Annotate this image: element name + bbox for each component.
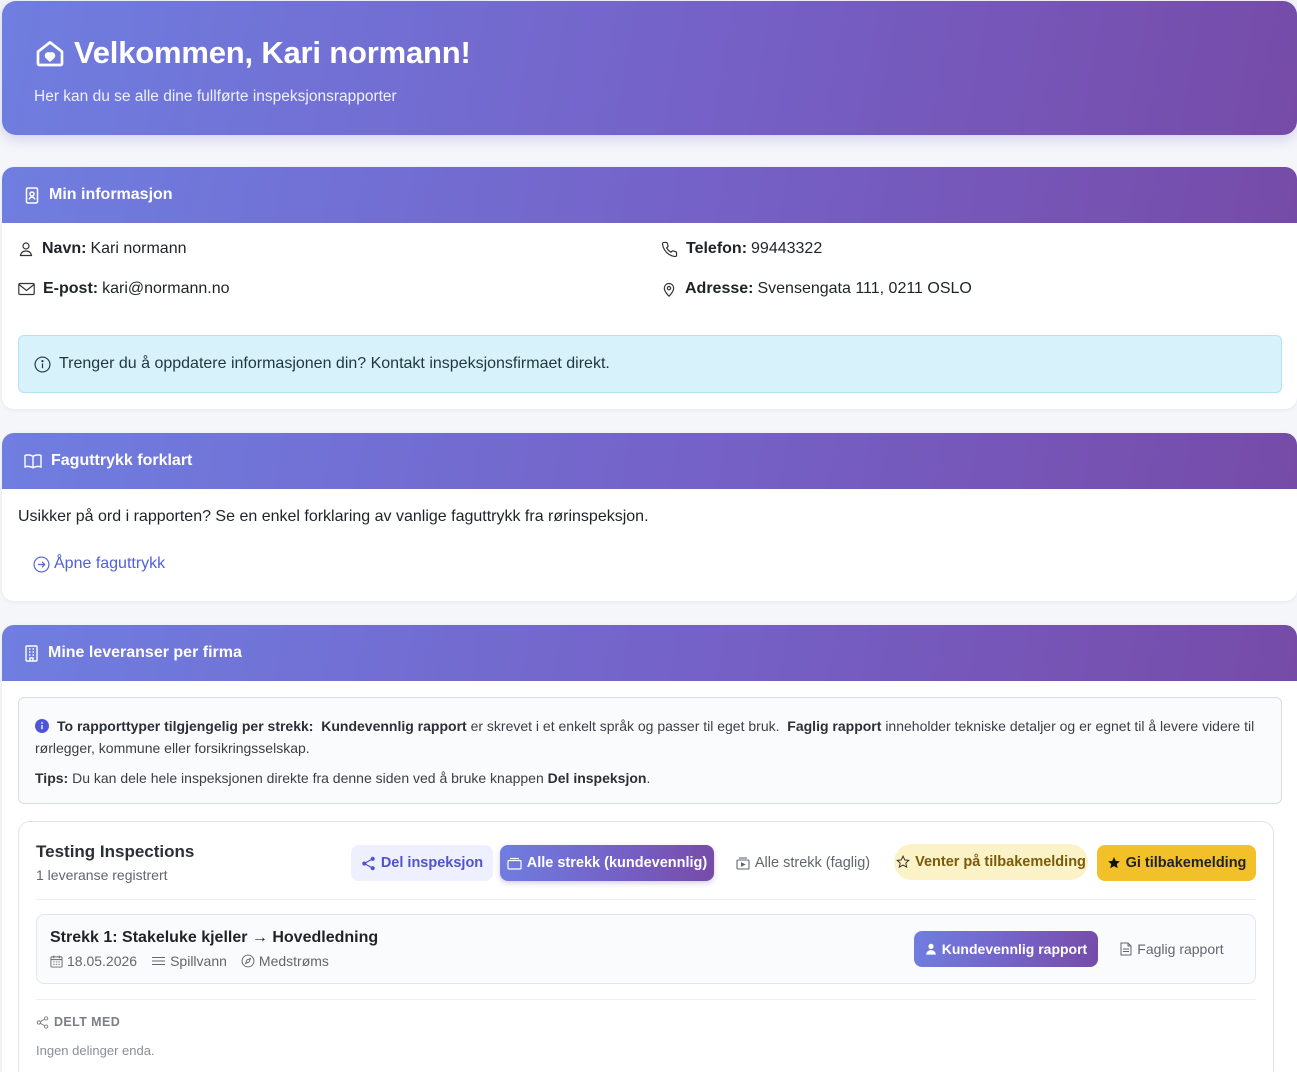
- address-value: Svensengata 111, 0211 OSLO: [757, 280, 972, 297]
- envelope-icon: [18, 282, 35, 296]
- shared-empty-text: Ingen delinger enda.: [36, 1043, 155, 1058]
- all-strekk-kunde-label: Alle strekk (kundevennlig): [526, 855, 708, 871]
- info-name: Navn: Kari normann: [18, 240, 187, 258]
- share-icon: [361, 856, 376, 871]
- notice-kunde-text: er skrevet i et enkelt språk og passer t…: [470, 718, 780, 734]
- info-circle-icon: [34, 355, 51, 373]
- strekk-type: Spillvann: [151, 953, 227, 969]
- building-icon: [24, 644, 39, 662]
- water-lines-icon: [151, 955, 166, 967]
- phone-label: Telefon:: [686, 240, 748, 257]
- all-strekk-faglig-button[interactable]: Alle strekk (faglig): [729, 845, 877, 881]
- tips-button-name: Del inspeksjon: [547, 770, 647, 786]
- strekk-direction: Medstrøms: [241, 953, 329, 969]
- book-icon: [24, 453, 42, 469]
- address-label: Adresse:: [685, 280, 754, 297]
- notice-tips: Tips: Du kan dele hele inspeksjonen dire…: [35, 767, 1265, 789]
- open-terms-link[interactable]: Åpne faguttrykk: [33, 555, 165, 573]
- notice-kunde-label: Kundevennlig rapport: [321, 718, 467, 734]
- firm-panel: Testing Inspections 1 leveranse registre…: [18, 821, 1274, 1072]
- share-outline-icon: [36, 1015, 49, 1029]
- person-filled-icon: [925, 943, 937, 955]
- terms-card-title: Faguttrykk forklart: [51, 452, 193, 469]
- give-feedback-button[interactable]: Gi tilbakemelding: [1097, 845, 1256, 881]
- welcome-subtitle: Her kan du se alle dine fullførte inspek…: [34, 88, 397, 105]
- info-address: Adresse: Svensengata 111, 0211 OSLO: [661, 280, 972, 298]
- share-inspection-label: Del inspeksjon: [380, 855, 484, 871]
- layers-icon: [507, 857, 522, 870]
- all-strekk-faglig-label: Alle strekk (faglig): [754, 855, 871, 871]
- faglig-report-label: Faglig rapport: [1137, 941, 1224, 957]
- faglig-report-button[interactable]: Faglig rapport: [1113, 931, 1231, 967]
- star-icon: [1107, 856, 1121, 870]
- compass-icon: [241, 954, 255, 968]
- info-card-title: Min informasjon: [49, 186, 173, 203]
- strekk-date-value: 18.05.2026: [67, 953, 138, 969]
- give-feedback-label: Gi tilbakemelding: [1125, 855, 1247, 871]
- welcome-title: Velkommen, Kari normann!: [74, 35, 471, 70]
- strekk-meta: 18.05.2026 Spillvann Medstrøms: [50, 953, 329, 969]
- kundevennlig-report-label: Kundevennlig rapport: [941, 941, 1088, 957]
- firm-name: Testing Inspections: [36, 842, 195, 861]
- terms-card: Faguttrykk forklart Usikker på ord i rap…: [2, 433, 1297, 601]
- welcome-banner: Velkommen, Kari normann! Her kan du se a…: [2, 1, 1297, 135]
- shared-with-label: DELT MED: [54, 1015, 121, 1029]
- strekk-direction-value: Medstrøms: [258, 953, 329, 969]
- calendar-icon: [50, 954, 63, 968]
- home-heart-icon: [34, 37, 66, 69]
- pending-feedback-badge[interactable]: Venter på tilbakemelding: [894, 844, 1088, 880]
- notice-lead: To rapporttyper tilgjengelig per strekk:: [57, 718, 314, 734]
- tips-label: Tips:: [35, 770, 69, 786]
- firm-delivery-count: 1 leveranse registrert: [36, 867, 168, 883]
- arrow-circle-right-icon: [33, 555, 50, 573]
- info-phone: Telefon: 99443322: [661, 240, 822, 258]
- email-value: kari@normann.no: [102, 280, 230, 297]
- shared-with-heading: DELT MED: [36, 1015, 120, 1029]
- tips-end: .: [646, 770, 651, 786]
- deliveries-card-title: Mine leveranser per firma: [48, 644, 242, 661]
- all-strekk-kunde-button[interactable]: Alle strekk (kundevennlig): [500, 845, 714, 881]
- info-card-header: Min informasjon: [2, 167, 1297, 223]
- map-pin-icon: [661, 281, 677, 298]
- star-outline-icon: [896, 855, 910, 869]
- phone-value: 99443322: [751, 240, 823, 257]
- notice-faglig-label: Faglig rapport: [787, 718, 882, 734]
- open-terms-label: Åpne faguttrykk: [54, 555, 166, 572]
- id-card-icon: [24, 186, 40, 204]
- share-inspection-button[interactable]: Del inspeksjon: [351, 845, 493, 881]
- deliveries-card-header: Mine leveranser per firma: [2, 625, 1297, 681]
- phone-icon: [661, 241, 678, 258]
- tips-text: Du kan dele hele inspeksjonen direkte fr…: [72, 770, 544, 786]
- strekk-type-value: Spillvann: [170, 953, 227, 969]
- update-info-alert: Trenger du å oppdatere informasjonen din…: [18, 335, 1282, 393]
- name-value: Kari normann: [90, 240, 187, 257]
- alert-text: Trenger du å oppdatere informasjonen din…: [59, 355, 610, 372]
- document-icon: [1120, 942, 1132, 956]
- strekk-item: Strekk 1: Stakeluke kjeller → Hovedledni…: [36, 914, 1256, 984]
- strekk-title: Strekk 1: Stakeluke kjeller → Hovedledni…: [50, 929, 379, 946]
- name-label: Navn:: [42, 240, 87, 257]
- email-label: E-post:: [43, 280, 99, 297]
- info-card: Min informasjon Navn: Kari normann E-pos…: [2, 167, 1297, 409]
- person-icon: [18, 241, 34, 257]
- deliveries-card: Mine leveranser per firma To rapporttype…: [2, 625, 1297, 1072]
- terms-description: Usikker på ord i rapporten? Se en enkel …: [18, 508, 649, 525]
- strekk-date: 18.05.2026: [50, 953, 137, 969]
- page-title: Velkommen, Kari normann!: [34, 35, 1265, 71]
- document-stack-icon: [736, 856, 750, 870]
- info-filled-icon: [35, 719, 49, 733]
- terms-card-header: Faguttrykk forklart: [2, 433, 1297, 489]
- firm-divider: [36, 899, 1256, 900]
- shared-divider: [36, 999, 1256, 1000]
- info-email: E-post: kari@normann.no: [18, 280, 230, 298]
- kundevennlig-report-button[interactable]: Kundevennlig rapport: [914, 931, 1098, 967]
- pending-feedback-label: Venter på tilbakemelding: [915, 854, 1086, 870]
- report-types-notice: To rapporttyper tilgjengelig per strekk:…: [18, 697, 1282, 804]
